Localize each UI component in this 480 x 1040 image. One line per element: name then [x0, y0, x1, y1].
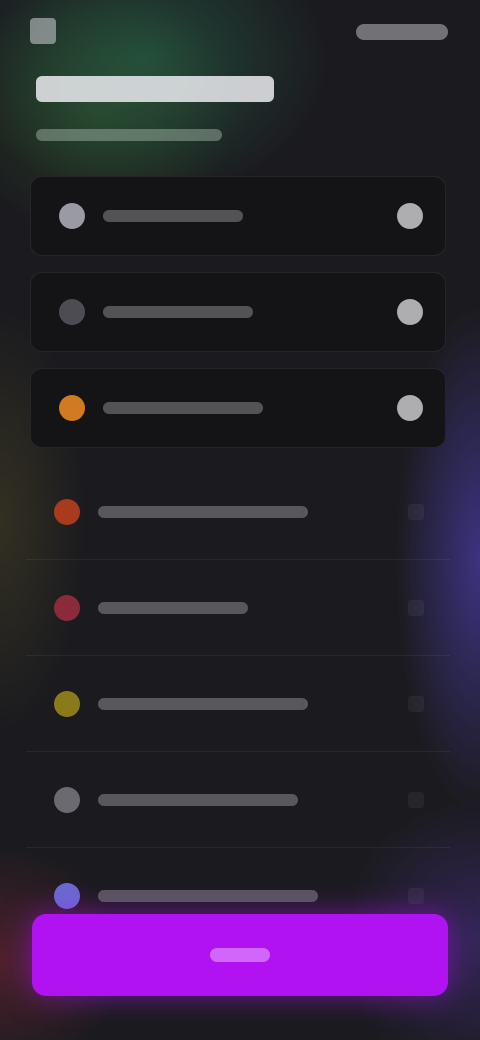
- primary-button[interactable]: [32, 914, 448, 996]
- gear-icon: [59, 203, 85, 229]
- list-item-label: [98, 601, 248, 614]
- list-item-label: [98, 697, 308, 710]
- list-item-label: [103, 210, 243, 222]
- fire-icon: [54, 498, 80, 525]
- chevron-right-icon: [408, 503, 424, 520]
- list-item-label: [103, 306, 253, 318]
- page-subtitle: [36, 129, 222, 141]
- star-icon: [54, 690, 80, 717]
- back-icon[interactable]: [30, 18, 56, 44]
- list-item-6[interactable]: [26, 656, 450, 752]
- heart-icon: [54, 594, 80, 621]
- status-indicators: [356, 24, 448, 40]
- toggle-switch[interactable]: [397, 299, 423, 325]
- toggle-switch[interactable]: [397, 203, 423, 229]
- primary-button-label: [210, 948, 270, 962]
- list-item-1[interactable]: [30, 176, 446, 256]
- header: [36, 76, 446, 146]
- list-item-2[interactable]: [30, 272, 446, 352]
- user-icon: [54, 883, 80, 909]
- chevron-right-icon: [408, 888, 424, 904]
- chevron-right-icon: [408, 791, 424, 808]
- settings-list: [26, 176, 450, 944]
- page-title: [36, 76, 274, 102]
- list-item-3[interactable]: [30, 368, 446, 448]
- dot-icon: [59, 299, 85, 325]
- list-item-label: [98, 505, 308, 518]
- list-item-5[interactable]: [26, 560, 450, 656]
- list-item-7[interactable]: [26, 752, 450, 848]
- toggle-switch[interactable]: [397, 395, 423, 421]
- flame-icon: [59, 395, 85, 421]
- list-item-label: [98, 793, 298, 806]
- list-item-label: [98, 890, 318, 902]
- status-bar: [0, 0, 480, 56]
- circle-icon: [54, 786, 80, 813]
- list-item-label: [103, 402, 263, 414]
- chevron-right-icon: [408, 599, 424, 616]
- list-item-4[interactable]: [26, 464, 450, 560]
- chevron-right-icon: [408, 695, 424, 712]
